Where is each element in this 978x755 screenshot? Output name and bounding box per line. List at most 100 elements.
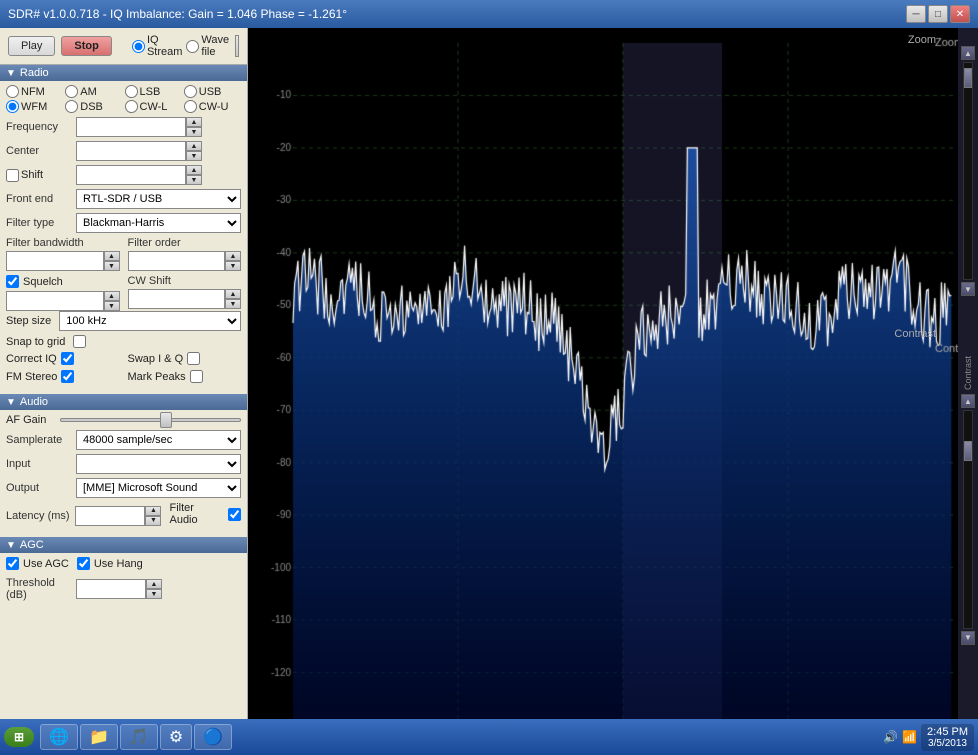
threshold-spinner: -100 ▲ ▼ (76, 579, 162, 599)
taskbar-app5[interactable]: 🔵 (194, 724, 232, 750)
threshold-row: Threshold (dB) -100 ▲ ▼ (6, 577, 241, 601)
snap-to-grid-checkbox[interactable] (73, 335, 86, 348)
zoom-thumb[interactable] (964, 68, 972, 88)
filter-order-up[interactable]: ▲ (225, 251, 241, 261)
frequency-up[interactable]: ▲ (186, 117, 202, 127)
swap-iq-checkbox[interactable] (187, 352, 200, 365)
options-grid: Correct IQ Swap I & Q FM Stereo Mark Pea… (6, 352, 241, 386)
step-size-label: Step size (6, 315, 51, 327)
audio-collapse-icon[interactable]: ▼ (6, 397, 16, 408)
squelch-checkbox-row: Squelch (6, 275, 120, 288)
wfm-option[interactable]: WFM (6, 100, 63, 113)
use-agc-row: Use AGC (6, 557, 69, 570)
contrast-up-btn[interactable]: ▲ (961, 394, 975, 408)
use-hang-checkbox[interactable] (77, 557, 90, 570)
nfm-option[interactable]: NFM (6, 85, 63, 98)
shift-input[interactable]: 0 (76, 165, 186, 185)
iq-stream-option[interactable]: IQ Stream (132, 34, 182, 58)
frequency-row: Frequency 620,292,962 ▲ ▼ (6, 117, 241, 137)
latency-down[interactable]: ▼ (145, 516, 161, 526)
center-down[interactable]: ▼ (186, 151, 202, 161)
squelch-input[interactable]: 43 (6, 291, 104, 311)
wave-file-radio[interactable] (186, 40, 199, 53)
cwl-option[interactable]: CW-L (125, 100, 182, 113)
maximize-button[interactable]: □ (928, 5, 948, 23)
cwshift-up[interactable]: ▲ (225, 289, 241, 299)
shift-down[interactable]: ▼ (186, 175, 202, 185)
latency-input[interactable]: 100 (75, 506, 145, 526)
minimize-button[interactable]: ─ (906, 5, 926, 23)
toolbar: Play Stop IQ Stream Wave file (0, 28, 247, 65)
filter-bandwidth-input[interactable]: 180000 (6, 251, 104, 271)
squelch-spin: ▲ ▼ (104, 291, 120, 311)
shift-checkbox[interactable] (6, 169, 19, 182)
output-select[interactable]: [MME] Microsoft Sound (76, 478, 241, 498)
cwshift-input[interactable]: 600 (128, 289, 226, 309)
settings-button[interactable] (235, 35, 239, 57)
zoom-down-btn[interactable]: ▼ (961, 282, 975, 296)
stop-button[interactable]: Stop (61, 36, 111, 56)
agc-collapse-icon[interactable]: ▼ (6, 540, 16, 551)
cwshift-down[interactable]: ▼ (225, 299, 241, 309)
contrast-down-btn[interactable]: ▼ (961, 631, 975, 645)
filter-order-input[interactable]: 400 (128, 251, 226, 271)
usb-option[interactable]: USB (184, 85, 241, 98)
close-button[interactable]: ✕ (950, 5, 970, 23)
contrast-thumb[interactable] (964, 441, 972, 461)
spectrum-area[interactable]: Zoom Contrast (248, 28, 958, 755)
wave-file-label: Wave file (201, 34, 229, 58)
fm-stereo-checkbox[interactable] (61, 370, 74, 383)
threshold-spin: ▲ ▼ (146, 579, 162, 599)
dsb-option[interactable]: DSB (65, 100, 122, 113)
am-option[interactable]: AM (65, 85, 122, 98)
taskbar-app3[interactable]: 🎵 (120, 724, 158, 750)
radio-collapse-icon[interactable]: ▼ (6, 68, 16, 79)
frequency-down[interactable]: ▼ (186, 127, 202, 137)
shift-row: Shift 0 ▲ ▼ (6, 165, 241, 185)
af-gain-slider-thumb[interactable] (160, 412, 172, 428)
threshold-input[interactable]: -100 (76, 579, 146, 599)
latency-up[interactable]: ▲ (145, 506, 161, 516)
threshold-down[interactable]: ▼ (146, 589, 162, 599)
filter-order-down[interactable]: ▼ (225, 261, 241, 271)
use-agc-checkbox[interactable] (6, 557, 19, 570)
lsb-option[interactable]: LSB (125, 85, 182, 98)
frequency-spin-buttons: ▲ ▼ (186, 117, 202, 137)
play-button[interactable]: Play (8, 36, 55, 56)
squelch-down[interactable]: ▼ (104, 301, 120, 311)
taskbar-app4[interactable]: ⚙ (160, 724, 192, 750)
filter-params-row: Filter bandwidth 180000 ▲ ▼ Filter order… (6, 237, 241, 271)
squelch-label: Squelch (23, 276, 63, 288)
cwu-option[interactable]: CW-U (184, 100, 241, 113)
filter-bandwidth-down[interactable]: ▼ (104, 261, 120, 271)
taskbar-folder-icon[interactable]: 📁 (80, 724, 118, 750)
center-input[interactable]: 620,300,000 (76, 141, 186, 161)
input-select[interactable] (76, 454, 241, 474)
filter-bandwidth-up[interactable]: ▲ (104, 251, 120, 261)
tray-icon2: 📶 (902, 730, 917, 744)
correct-iq-row: Correct IQ (6, 352, 120, 365)
start-button[interactable]: ⊞ (4, 727, 34, 747)
left-panel: Play Stop IQ Stream Wave file ▼ Radio (0, 28, 248, 755)
snap-to-grid-label: Snap to grid (6, 336, 65, 348)
samplerate-select[interactable]: 48000 sample/sec (76, 430, 241, 450)
filtertype-select[interactable]: Blackman-Harris (76, 213, 241, 233)
shift-checkbox-label[interactable]: Shift (6, 169, 76, 182)
center-up[interactable]: ▲ (186, 141, 202, 151)
correct-iq-checkbox[interactable] (61, 352, 74, 365)
step-size-select[interactable]: 100 kHz (59, 311, 241, 331)
frontend-select[interactable]: RTL-SDR / USB (76, 189, 241, 209)
mark-peaks-checkbox[interactable] (190, 370, 203, 383)
zoom-up-btn[interactable]: ▲ (961, 46, 975, 60)
iq-stream-radio[interactable] (132, 40, 145, 53)
squelch-col: Squelch 43 ▲ ▼ (6, 275, 120, 311)
wave-file-option[interactable]: Wave file (186, 34, 229, 58)
squelch-checkbox[interactable] (6, 275, 19, 288)
frequency-input[interactable]: 620,292,962 (76, 117, 186, 137)
squelch-up[interactable]: ▲ (104, 291, 120, 301)
shift-up[interactable]: ▲ (186, 165, 202, 175)
threshold-up[interactable]: ▲ (146, 579, 162, 589)
taskbar-ie-icon[interactable]: 🌐 (40, 724, 78, 750)
window-controls: ─ □ ✕ (906, 5, 970, 23)
filter-audio-checkbox[interactable] (228, 508, 241, 521)
